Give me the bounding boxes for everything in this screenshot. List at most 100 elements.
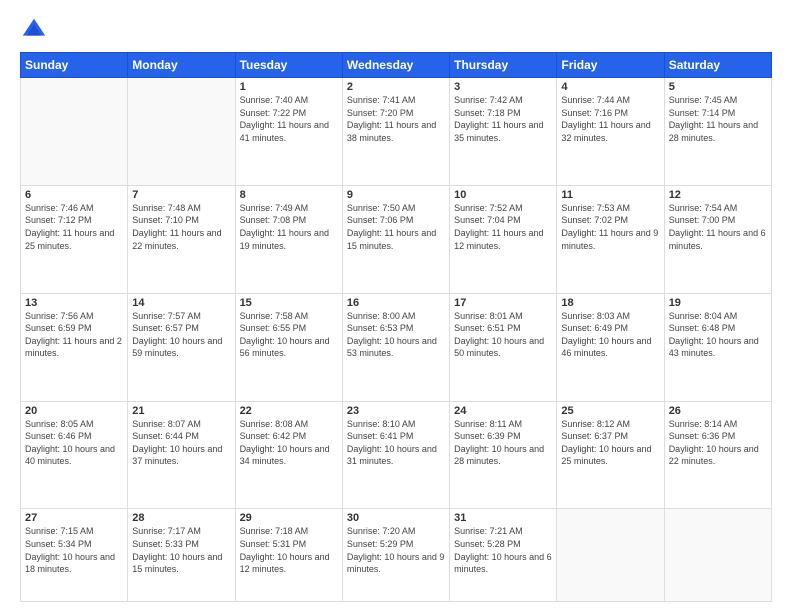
- day-info: Sunrise: 7:48 AM Sunset: 7:10 PM Dayligh…: [132, 202, 230, 252]
- day-cell: 15Sunrise: 7:58 AM Sunset: 6:55 PM Dayli…: [235, 293, 342, 401]
- day-info: Sunrise: 7:17 AM Sunset: 5:33 PM Dayligh…: [132, 525, 230, 575]
- day-info: Sunrise: 7:20 AM Sunset: 5:29 PM Dayligh…: [347, 525, 445, 575]
- day-number: 3: [454, 81, 552, 93]
- day-cell: 4Sunrise: 7:44 AM Sunset: 7:16 PM Daylig…: [557, 78, 664, 186]
- day-info: Sunrise: 7:18 AM Sunset: 5:31 PM Dayligh…: [240, 525, 338, 575]
- day-cell: 10Sunrise: 7:52 AM Sunset: 7:04 PM Dayli…: [450, 185, 557, 293]
- day-number: 8: [240, 189, 338, 201]
- day-number: 11: [561, 189, 659, 201]
- day-number: 1: [240, 81, 338, 93]
- day-number: 30: [347, 512, 445, 524]
- day-info: Sunrise: 7:56 AM Sunset: 6:59 PM Dayligh…: [25, 310, 123, 360]
- day-info: Sunrise: 8:10 AM Sunset: 6:41 PM Dayligh…: [347, 418, 445, 468]
- day-info: Sunrise: 8:03 AM Sunset: 6:49 PM Dayligh…: [561, 310, 659, 360]
- weekday-header-tuesday: Tuesday: [235, 53, 342, 78]
- day-cell: 12Sunrise: 7:54 AM Sunset: 7:00 PM Dayli…: [664, 185, 771, 293]
- day-info: Sunrise: 7:58 AM Sunset: 6:55 PM Dayligh…: [240, 310, 338, 360]
- day-number: 24: [454, 405, 552, 417]
- day-number: 7: [132, 189, 230, 201]
- weekday-header-monday: Monday: [128, 53, 235, 78]
- day-number: 13: [25, 297, 123, 309]
- day-info: Sunrise: 7:21 AM Sunset: 5:28 PM Dayligh…: [454, 525, 552, 575]
- day-cell: 20Sunrise: 8:05 AM Sunset: 6:46 PM Dayli…: [21, 401, 128, 509]
- day-cell: 8Sunrise: 7:49 AM Sunset: 7:08 PM Daylig…: [235, 185, 342, 293]
- week-row-2: 6Sunrise: 7:46 AM Sunset: 7:12 PM Daylig…: [21, 185, 772, 293]
- day-number: 15: [240, 297, 338, 309]
- day-info: Sunrise: 7:52 AM Sunset: 7:04 PM Dayligh…: [454, 202, 552, 252]
- day-cell: 11Sunrise: 7:53 AM Sunset: 7:02 PM Dayli…: [557, 185, 664, 293]
- day-info: Sunrise: 7:45 AM Sunset: 7:14 PM Dayligh…: [669, 94, 767, 144]
- day-number: 22: [240, 405, 338, 417]
- day-number: 31: [454, 512, 552, 524]
- day-info: Sunrise: 8:05 AM Sunset: 6:46 PM Dayligh…: [25, 418, 123, 468]
- header: [20, 16, 772, 44]
- day-cell: 7Sunrise: 7:48 AM Sunset: 7:10 PM Daylig…: [128, 185, 235, 293]
- day-number: 18: [561, 297, 659, 309]
- day-info: Sunrise: 8:11 AM Sunset: 6:39 PM Dayligh…: [454, 418, 552, 468]
- day-cell: [664, 509, 771, 602]
- day-info: Sunrise: 7:57 AM Sunset: 6:57 PM Dayligh…: [132, 310, 230, 360]
- weekday-header-thursday: Thursday: [450, 53, 557, 78]
- day-cell: [557, 509, 664, 602]
- day-cell: 18Sunrise: 8:03 AM Sunset: 6:49 PM Dayli…: [557, 293, 664, 401]
- day-info: Sunrise: 8:07 AM Sunset: 6:44 PM Dayligh…: [132, 418, 230, 468]
- day-cell: 26Sunrise: 8:14 AM Sunset: 6:36 PM Dayli…: [664, 401, 771, 509]
- day-number: 16: [347, 297, 445, 309]
- day-cell: [128, 78, 235, 186]
- day-cell: 31Sunrise: 7:21 AM Sunset: 5:28 PM Dayli…: [450, 509, 557, 602]
- logo-icon: [20, 16, 48, 44]
- day-number: 4: [561, 81, 659, 93]
- week-row-1: 1Sunrise: 7:40 AM Sunset: 7:22 PM Daylig…: [21, 78, 772, 186]
- day-info: Sunrise: 7:42 AM Sunset: 7:18 PM Dayligh…: [454, 94, 552, 144]
- day-info: Sunrise: 8:14 AM Sunset: 6:36 PM Dayligh…: [669, 418, 767, 468]
- day-number: 21: [132, 405, 230, 417]
- day-info: Sunrise: 7:46 AM Sunset: 7:12 PM Dayligh…: [25, 202, 123, 252]
- day-info: Sunrise: 7:41 AM Sunset: 7:20 PM Dayligh…: [347, 94, 445, 144]
- day-number: 28: [132, 512, 230, 524]
- day-cell: 30Sunrise: 7:20 AM Sunset: 5:29 PM Dayli…: [342, 509, 449, 602]
- day-cell: 5Sunrise: 7:45 AM Sunset: 7:14 PM Daylig…: [664, 78, 771, 186]
- day-info: Sunrise: 8:04 AM Sunset: 6:48 PM Dayligh…: [669, 310, 767, 360]
- day-cell: 29Sunrise: 7:18 AM Sunset: 5:31 PM Dayli…: [235, 509, 342, 602]
- day-number: 10: [454, 189, 552, 201]
- weekday-header-friday: Friday: [557, 53, 664, 78]
- weekday-header-sunday: Sunday: [21, 53, 128, 78]
- day-cell: 24Sunrise: 8:11 AM Sunset: 6:39 PM Dayli…: [450, 401, 557, 509]
- day-number: 17: [454, 297, 552, 309]
- week-row-4: 20Sunrise: 8:05 AM Sunset: 6:46 PM Dayli…: [21, 401, 772, 509]
- day-cell: 19Sunrise: 8:04 AM Sunset: 6:48 PM Dayli…: [664, 293, 771, 401]
- day-number: 29: [240, 512, 338, 524]
- day-cell: 14Sunrise: 7:57 AM Sunset: 6:57 PM Dayli…: [128, 293, 235, 401]
- day-info: Sunrise: 8:08 AM Sunset: 6:42 PM Dayligh…: [240, 418, 338, 468]
- day-cell: 6Sunrise: 7:46 AM Sunset: 7:12 PM Daylig…: [21, 185, 128, 293]
- day-info: Sunrise: 8:00 AM Sunset: 6:53 PM Dayligh…: [347, 310, 445, 360]
- day-number: 14: [132, 297, 230, 309]
- day-number: 12: [669, 189, 767, 201]
- week-row-5: 27Sunrise: 7:15 AM Sunset: 5:34 PM Dayli…: [21, 509, 772, 602]
- day-cell: 9Sunrise: 7:50 AM Sunset: 7:06 PM Daylig…: [342, 185, 449, 293]
- day-cell: 21Sunrise: 8:07 AM Sunset: 6:44 PM Dayli…: [128, 401, 235, 509]
- day-info: Sunrise: 7:50 AM Sunset: 7:06 PM Dayligh…: [347, 202, 445, 252]
- day-cell: 2Sunrise: 7:41 AM Sunset: 7:20 PM Daylig…: [342, 78, 449, 186]
- day-number: 19: [669, 297, 767, 309]
- day-number: 26: [669, 405, 767, 417]
- day-info: Sunrise: 7:49 AM Sunset: 7:08 PM Dayligh…: [240, 202, 338, 252]
- day-number: 9: [347, 189, 445, 201]
- day-cell: 28Sunrise: 7:17 AM Sunset: 5:33 PM Dayli…: [128, 509, 235, 602]
- weekday-header-wednesday: Wednesday: [342, 53, 449, 78]
- day-number: 27: [25, 512, 123, 524]
- day-number: 25: [561, 405, 659, 417]
- day-cell: [21, 78, 128, 186]
- day-number: 6: [25, 189, 123, 201]
- day-info: Sunrise: 7:54 AM Sunset: 7:00 PM Dayligh…: [669, 202, 767, 252]
- day-number: 23: [347, 405, 445, 417]
- day-cell: 13Sunrise: 7:56 AM Sunset: 6:59 PM Dayli…: [21, 293, 128, 401]
- weekday-header-saturday: Saturday: [664, 53, 771, 78]
- day-info: Sunrise: 8:12 AM Sunset: 6:37 PM Dayligh…: [561, 418, 659, 468]
- week-row-3: 13Sunrise: 7:56 AM Sunset: 6:59 PM Dayli…: [21, 293, 772, 401]
- weekday-header-row: SundayMondayTuesdayWednesdayThursdayFrid…: [21, 53, 772, 78]
- page: SundayMondayTuesdayWednesdayThursdayFrid…: [0, 0, 792, 612]
- day-info: Sunrise: 7:40 AM Sunset: 7:22 PM Dayligh…: [240, 94, 338, 144]
- logo: [20, 16, 52, 44]
- day-number: 5: [669, 81, 767, 93]
